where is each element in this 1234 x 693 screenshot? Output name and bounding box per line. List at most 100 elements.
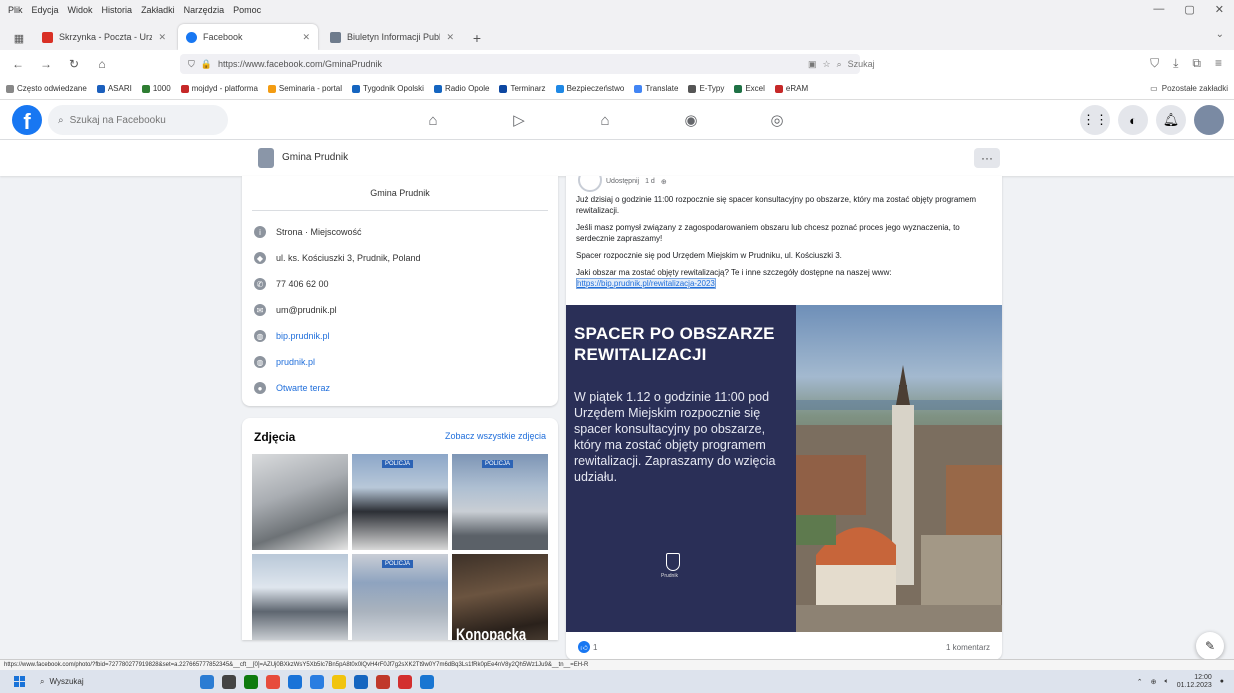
menu-item[interactable]: Historia	[102, 5, 133, 15]
photo-thumbnail[interactable]: POLICJA	[352, 454, 448, 550]
intro-info-text[interactable]: bip.prudnik.pl	[276, 331, 330, 341]
tab-poczta[interactable]: Skrzynka - Poczta - Urząd - ... ✕	[34, 24, 174, 50]
photo-thumbnail[interactable]: POLICJA	[352, 554, 448, 640]
extensions-icon[interactable]: ⧉	[1192, 56, 1201, 71]
photo-thumbnail[interactable]: POLICJA	[452, 454, 548, 550]
page-crest-icon[interactable]	[258, 148, 274, 168]
menu-item[interactable]: Widok	[68, 5, 93, 15]
photo-thumbnail[interactable]	[252, 554, 348, 640]
bookmark-item[interactable]: Bezpieczeństwo	[555, 84, 624, 93]
photo-thumbnail[interactable]: Konopacka	[452, 554, 548, 640]
bookmark-item[interactable]: Często odwiedzane	[6, 84, 87, 93]
bookmark-item[interactable]: Translate	[634, 84, 678, 93]
bookmark-item[interactable]: mojdyd - platforma	[180, 84, 258, 93]
page-title[interactable]: Gmina Prudnik	[282, 152, 348, 163]
taskbar-app-icon[interactable]	[354, 674, 368, 689]
back-icon[interactable]: ←	[10, 57, 26, 71]
like-count[interactable]: 1	[593, 643, 597, 652]
intro-info-row[interactable]: ◍ bip.prudnik.pl	[254, 330, 330, 342]
bookmark-item[interactable]: Excel	[734, 84, 765, 93]
menu-item[interactable]: Edycja	[32, 5, 59, 15]
chevron-up-icon[interactable]: ⌃	[1137, 678, 1143, 686]
speaker-icon[interactable]: 🔈︎	[1165, 678, 1169, 686]
browser-search-box[interactable]: ▣ ☆ ⌕ Szukaj	[800, 54, 1060, 74]
taskbar-search[interactable]: ⌕ Wyszukaj	[40, 674, 150, 690]
clock[interactable]: 12:00 01.12.2023	[1177, 674, 1212, 690]
lock-icon[interactable]: 🔒	[201, 59, 212, 70]
menu-grid-icon[interactable]: ⋮⋮	[1080, 105, 1110, 135]
new-tab-button[interactable]: +	[466, 26, 488, 50]
post-time[interactable]: 1 d	[645, 178, 655, 186]
facebook-logo-icon[interactable]: f	[12, 105, 42, 135]
bookmark-item[interactable]: Seminaria - portal	[267, 84, 342, 93]
intro-info-text[interactable]: prudnik.pl	[276, 357, 315, 367]
avatar[interactable]	[1194, 105, 1224, 135]
shield-icon[interactable]: ⛉	[188, 59, 195, 70]
groups-icon[interactable]: ◉	[678, 107, 704, 133]
taskbar-app-icon[interactable]	[420, 674, 434, 689]
menu-item[interactable]: Zakładki	[141, 5, 175, 15]
url-bar[interactable]: ⛉ 🔒 https://www.facebook.com/GminaPrudni…	[180, 54, 860, 74]
close-icon[interactable]: ✕	[1215, 3, 1224, 16]
edit-compose-button[interactable]: ✎	[1196, 632, 1224, 660]
other-bookmarks[interactable]: ▭ Pozostałe zakładki	[1150, 84, 1228, 93]
post-link[interactable]: https://bip.prudnik.pl/rewitalizacja-202…	[576, 278, 716, 289]
photo-thumbnail[interactable]	[252, 454, 348, 550]
bookmark-item[interactable]: Radio Opole	[433, 84, 489, 93]
tab-list-icon[interactable]: ▦	[8, 26, 30, 50]
menu-item[interactable]: Plik	[8, 5, 23, 15]
tab-bip[interactable]: Biuletyn Informacji Publicznej ✕	[322, 24, 462, 50]
taskbar-app-icon[interactable]	[310, 674, 324, 689]
notifications-bell-icon[interactable]: 🔔︎	[1156, 105, 1186, 135]
minimize-icon[interactable]: —	[1153, 3, 1164, 16]
menu-icon[interactable]: ≡	[1215, 56, 1222, 71]
messenger-icon[interactable]: ◐	[1118, 105, 1148, 135]
search-placeholder[interactable]: Szukaj	[848, 59, 875, 69]
taskbar-app-icon[interactable]	[244, 674, 258, 689]
notification-dot-icon[interactable]: ●	[1220, 678, 1224, 685]
intro-info-row[interactable]: ● Otwarte teraz	[254, 382, 330, 394]
taskbar-app-icon[interactable]	[288, 674, 302, 689]
chevron-down-icon[interactable]: ⌄	[1216, 29, 1224, 40]
taskbar-app-icon[interactable]	[200, 674, 214, 689]
intro-info-row[interactable]: ◍ prudnik.pl	[254, 356, 315, 368]
bookmark-item[interactable]: 1000	[141, 84, 171, 93]
tab-facebook[interactable]: Facebook ✕	[178, 24, 318, 50]
home-icon[interactable]: ⌂	[420, 107, 446, 133]
menu-item[interactable]: Pomoc	[233, 5, 261, 15]
home-icon[interactable]: ⌂	[94, 57, 110, 71]
menu-item[interactable]: Narzędzia	[184, 5, 225, 15]
taskbar-app-icon[interactable]	[398, 674, 412, 689]
close-tab-icon[interactable]: ✕	[446, 32, 454, 43]
bookmark-item[interactable]: E-Typy	[688, 84, 724, 93]
see-all-photos-link[interactable]: Zobacz wszystkie zdjęcia	[445, 431, 546, 441]
bookmark-item[interactable]: eRAM	[774, 84, 808, 93]
url-text[interactable]: https://www.facebook.com/GminaPrudnik	[218, 59, 852, 69]
facebook-search-input[interactable]	[69, 114, 210, 126]
bookmark-item[interactable]: Terminarz	[499, 84, 546, 93]
like-reaction-icon[interactable]: 👍︎	[578, 641, 590, 653]
post-author-avatar[interactable]	[578, 176, 602, 192]
marketplace-icon[interactable]: ⌂	[592, 107, 618, 133]
intro-info-text[interactable]: Otwarte teraz	[276, 383, 330, 393]
bookmark-item[interactable]: ASARI	[96, 84, 132, 93]
pocket-icon[interactable]: ⛉	[1150, 56, 1159, 71]
taskbar-app-icon[interactable]	[332, 674, 346, 689]
forward-icon[interactable]: →	[38, 57, 54, 71]
taskbar-app-icon[interactable]	[266, 674, 280, 689]
close-tab-icon[interactable]: ✕	[302, 32, 310, 43]
taskbar-app-icon[interactable]	[376, 674, 390, 689]
taskbar-app-icon[interactable]	[222, 674, 236, 689]
maximize-icon[interactable]: ▢	[1184, 3, 1194, 16]
reload-icon[interactable]: ↻	[66, 57, 82, 71]
bookmark-star-icon[interactable]: ☆	[823, 59, 831, 70]
qr-icon[interactable]: ▣	[808, 59, 817, 70]
post-image[interactable]: SPACER PO OBSZARZE REWITALIZACJI W piąte…	[566, 305, 1002, 632]
download-icon[interactable]: ⤓	[1173, 56, 1178, 71]
windows-start-icon[interactable]	[14, 675, 26, 688]
close-tab-icon[interactable]: ✕	[158, 32, 166, 43]
gaming-icon[interactable]: ◎	[764, 107, 790, 133]
bookmark-item[interactable]: Tygodnik Opolski	[352, 84, 424, 93]
facebook-search[interactable]: ⌕	[48, 105, 228, 135]
more-options-button[interactable]: ···	[974, 148, 1000, 168]
